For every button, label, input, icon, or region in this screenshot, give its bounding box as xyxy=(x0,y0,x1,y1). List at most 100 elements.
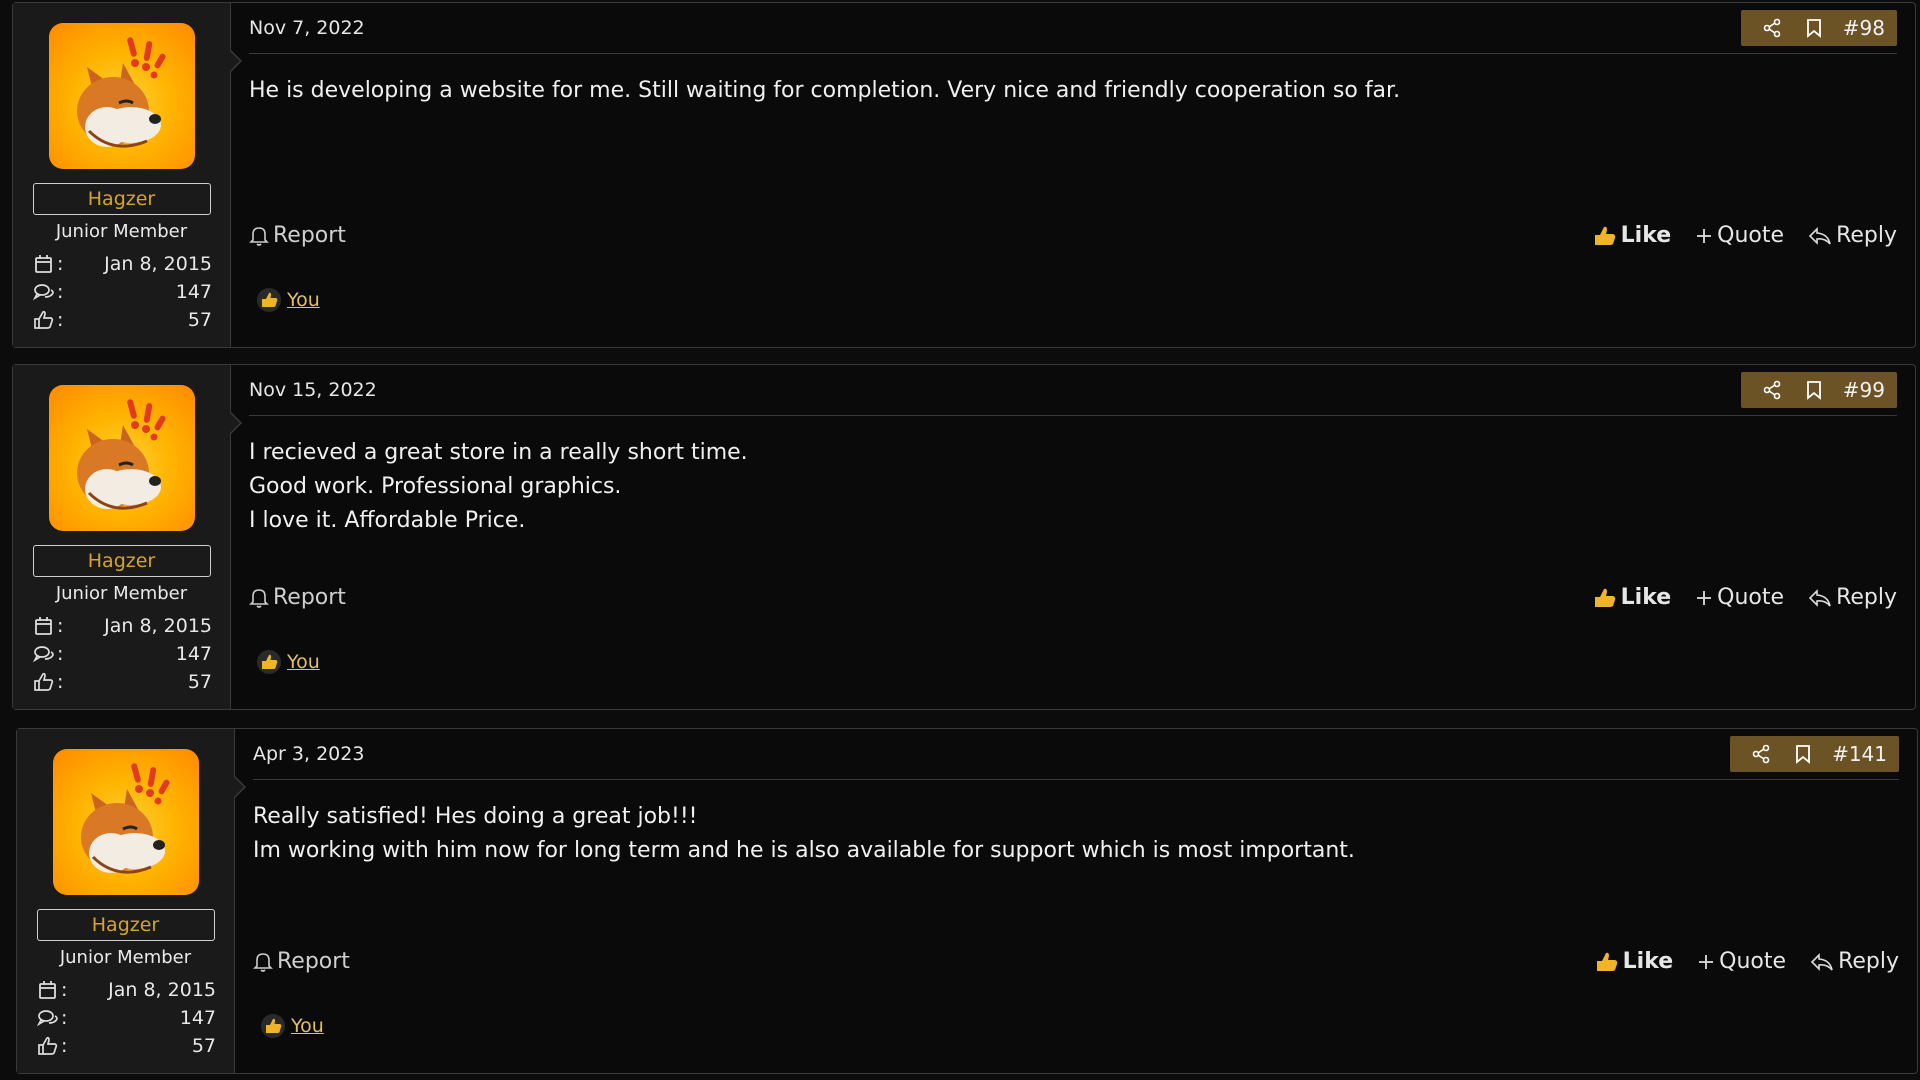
post-body-line: I love it. Affordable Price. xyxy=(249,508,526,533)
reply-button[interactable]: Reply xyxy=(1808,223,1897,248)
post-actions: Report Like Quote Reply xyxy=(249,223,1897,248)
plus-icon xyxy=(1697,228,1712,243)
username-link[interactable]: Hagzer xyxy=(32,183,211,215)
stat-reactions-value: 57 xyxy=(187,309,212,331)
post-body: He is developing a website for me. Still… xyxy=(249,74,1897,108)
share-icon[interactable] xyxy=(1740,736,1782,772)
like-reaction-icon xyxy=(257,288,281,312)
stat-messages-value: 147 xyxy=(179,1007,216,1029)
stat-messages: : 147 xyxy=(36,1004,216,1032)
avatar[interactable] xyxy=(48,23,195,169)
post-content: Nov 7, 2022 #98 He is developing a websi… xyxy=(231,3,1915,347)
stat-joined-value: Jan 8, 2015 xyxy=(104,253,212,275)
thumbs-up-icon xyxy=(33,309,55,331)
stat-reactions: : 57 xyxy=(33,306,212,334)
plus-icon xyxy=(1699,954,1714,969)
share-icon[interactable] xyxy=(1751,372,1793,408)
share-icon[interactable] xyxy=(1751,10,1793,46)
post-actions: Report Like Quote Reply xyxy=(249,585,1897,610)
reply-button[interactable]: Reply xyxy=(1808,585,1897,610)
post-tools: #98 xyxy=(1740,10,1897,46)
messages-icon xyxy=(32,281,55,303)
quote-button[interactable]: Quote xyxy=(1695,585,1784,610)
stat-joined: : Jan 8, 2015 xyxy=(37,976,216,1004)
bell-icon xyxy=(249,226,269,246)
quote-button[interactable]: Quote xyxy=(1697,949,1786,974)
reply-button[interactable]: Reply xyxy=(1810,949,1899,974)
post: Hagzer Junior Member : Jan 8, 2015 : 147 xyxy=(12,2,1916,348)
reaction-user-link[interactable]: You xyxy=(287,651,320,673)
post-header: Nov 7, 2022 #98 xyxy=(249,3,1897,54)
post-body: I recieved a great store in a really sho… xyxy=(249,436,1897,538)
user-title: Junior Member xyxy=(55,583,188,604)
reaction-user-link[interactable]: You xyxy=(287,289,320,311)
avatar[interactable] xyxy=(48,385,195,531)
post-header: Nov 15, 2022 #99 xyxy=(249,365,1897,416)
reactions-bar: You xyxy=(257,288,320,312)
stat-messages-value: 147 xyxy=(175,643,212,665)
reactions-bar: You xyxy=(261,1014,324,1038)
thumbs-up-icon xyxy=(33,671,55,693)
calendar-icon xyxy=(37,979,59,1001)
post-date[interactable]: Apr 3, 2023 xyxy=(253,743,364,765)
user-stats: : Jan 8, 2015 : 147 : 57 xyxy=(32,612,212,696)
like-button[interactable]: Like xyxy=(1595,949,1673,974)
stat-joined-value: Jan 8, 2015 xyxy=(104,615,212,637)
reply-icon xyxy=(1810,952,1833,971)
reaction-user-link[interactable]: You xyxy=(291,1015,324,1037)
messages-icon xyxy=(32,643,55,665)
user-title: Junior Member xyxy=(59,947,192,968)
reply-icon xyxy=(1808,588,1831,607)
stat-messages: : 147 xyxy=(32,640,212,668)
bookmark-icon[interactable] xyxy=(1782,736,1824,772)
post-content: Nov 15, 2022 #99 I recieved a great stor… xyxy=(231,365,1915,709)
like-reaction-icon xyxy=(261,1014,285,1038)
post-tools: #141 xyxy=(1730,736,1899,772)
stat-joined: : Jan 8, 2015 xyxy=(33,250,212,278)
reply-icon xyxy=(1808,226,1831,245)
post-number-link[interactable]: #98 xyxy=(1835,16,1887,40)
post-body-line: He is developing a website for me. Still… xyxy=(249,78,1401,103)
stat-reactions: : 57 xyxy=(37,1032,216,1060)
bookmark-icon[interactable] xyxy=(1793,372,1835,408)
stat-joined-value: Jan 8, 2015 xyxy=(108,979,216,1001)
user-stats: : Jan 8, 2015 : 147 : 57 xyxy=(32,250,212,334)
post-body-line: Really satisfied! Hes doing a great job!… xyxy=(253,804,698,829)
post-date[interactable]: Nov 7, 2022 xyxy=(249,17,365,39)
post-tools: #99 xyxy=(1740,372,1897,408)
stat-messages: : 147 xyxy=(32,278,212,306)
post-body-line: Good work. Professional graphics. xyxy=(249,474,622,499)
stat-reactions-value: 57 xyxy=(191,1035,216,1057)
bell-icon xyxy=(249,588,269,608)
thumbs-up-icon xyxy=(1594,588,1615,607)
user-panel: Hagzer Junior Member : Jan 8, 2015 : 147 xyxy=(13,3,242,347)
messages-icon xyxy=(36,1007,59,1029)
post-number-link[interactable]: #141 xyxy=(1824,742,1889,766)
username-link[interactable]: Hagzer xyxy=(36,909,215,941)
user-title: Junior Member xyxy=(55,221,188,242)
post-body: Really satisfied! Hes doing a great job!… xyxy=(253,800,1899,868)
post-body-line: I recieved a great store in a really sho… xyxy=(249,440,748,465)
post-header: Apr 3, 2023 #141 xyxy=(253,729,1899,780)
report-button[interactable]: Report xyxy=(249,223,346,248)
like-button[interactable]: Like xyxy=(1593,585,1671,610)
post-number-link[interactable]: #99 xyxy=(1835,378,1887,402)
avatar[interactable] xyxy=(52,749,199,895)
user-panel: Hagzer Junior Member : Jan 8, 2015 : 147 xyxy=(17,729,246,1073)
user-panel: Hagzer Junior Member : Jan 8, 2015 : 147 xyxy=(13,365,242,709)
report-button[interactable]: Report xyxy=(249,585,346,610)
calendar-icon xyxy=(33,253,55,275)
stat-joined: : Jan 8, 2015 xyxy=(33,612,212,640)
thumbs-up-icon xyxy=(37,1035,59,1057)
calendar-icon xyxy=(33,615,55,637)
username-link[interactable]: Hagzer xyxy=(32,545,211,577)
plus-icon xyxy=(1697,590,1712,605)
like-reaction-icon xyxy=(257,650,281,674)
post-date[interactable]: Nov 15, 2022 xyxy=(249,379,377,401)
post: Hagzer Junior Member : Jan 8, 2015 : 147 xyxy=(12,364,1916,710)
quote-button[interactable]: Quote xyxy=(1695,223,1784,248)
bookmark-icon[interactable] xyxy=(1793,10,1835,46)
report-button[interactable]: Report xyxy=(253,949,350,974)
like-button[interactable]: Like xyxy=(1593,223,1671,248)
stat-reactions: : 57 xyxy=(33,668,212,696)
